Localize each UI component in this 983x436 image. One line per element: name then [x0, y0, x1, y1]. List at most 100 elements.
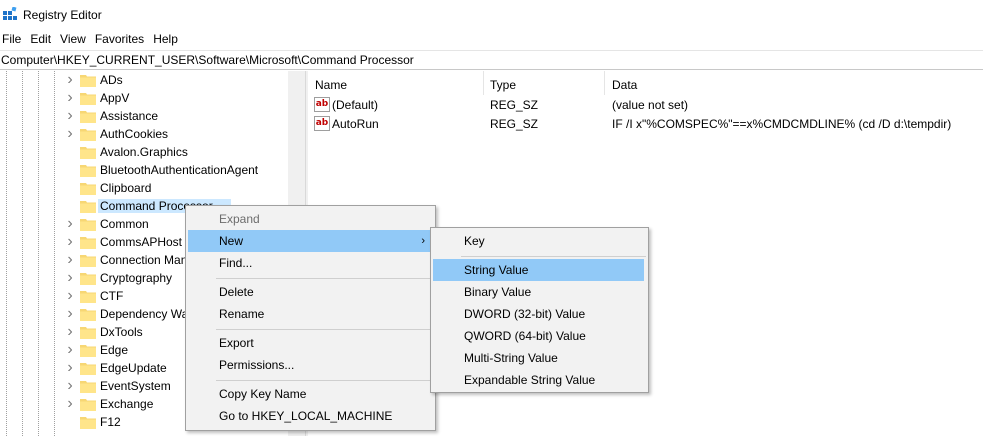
chevron-right-icon[interactable]: › [64, 71, 76, 89]
tree-item[interactable]: › Dependency Wa [64, 305, 188, 323]
value-row[interactable]: ab AutoRun REG_SZ IF /I x"%COMSPEC%"==x%… [308, 115, 983, 133]
tree-item[interactable]: › Cryptography [64, 269, 172, 287]
chevron-right-icon[interactable]: › [64, 341, 76, 359]
column-header-name[interactable]: Name [315, 75, 347, 95]
tree-item-label: Clipboard [100, 181, 152, 195]
tree-item-label: ADs [100, 73, 123, 87]
menu-view[interactable]: View [60, 30, 92, 48]
tree-item-label: F12 [100, 415, 121, 429]
tree-item-label: Exchange [100, 397, 154, 411]
tree-item[interactable]: › Connection Man [64, 251, 187, 269]
tree-item[interactable]: › ADs [64, 71, 123, 89]
submenu-item-expandable-string-value[interactable]: Expandable String Value [433, 369, 646, 391]
folder-icon [80, 326, 96, 339]
folder-icon [80, 254, 96, 267]
menu-edit[interactable]: Edit [30, 30, 57, 48]
menu-favorites[interactable]: Favorites [95, 30, 150, 48]
tree-item[interactable]: BluetoothAuthenticationAgent [64, 161, 258, 179]
menu-item-delete[interactable]: Delete [188, 281, 433, 303]
tree-item-label: CommsAPHost [100, 235, 183, 249]
tree-item[interactable]: › Assistance [64, 107, 158, 125]
menu-separator [216, 380, 433, 381]
column-header-data[interactable]: Data [612, 75, 637, 95]
menu-file[interactable]: File [2, 30, 27, 48]
menu-item-new[interactable]: New › [188, 230, 433, 252]
tree-item[interactable]: › Exchange [64, 395, 153, 413]
value-name: AutoRun [332, 117, 379, 131]
context-menu: Expand New › Find... Delete Rename Expor… [185, 205, 436, 431]
tree-item-label: AuthCookies [100, 127, 169, 141]
tree-item-label: Assistance [100, 109, 159, 123]
chevron-right-icon[interactable]: › [64, 269, 76, 287]
menu-separator [216, 278, 433, 279]
chevron-right-icon[interactable]: › [64, 89, 76, 107]
menu-separator [461, 256, 646, 257]
chevron-right-icon[interactable]: › [64, 251, 76, 269]
tree-connector [64, 143, 76, 161]
new-submenu: Key String Value Binary Value DWORD (32-… [430, 227, 649, 393]
submenu-item-key[interactable]: Key [433, 230, 646, 252]
tree-item[interactable]: F12 [64, 413, 121, 431]
submenu-item-binary-value[interactable]: Binary Value [433, 281, 646, 303]
menu-item-find[interactable]: Find... [188, 252, 433, 274]
submenu-item-dword-value[interactable]: DWORD (32-bit) Value [433, 303, 646, 325]
chevron-right-icon[interactable]: › [64, 359, 76, 377]
menu-help[interactable]: Help [153, 30, 184, 48]
menu-item-copy-key-name[interactable]: Copy Key Name [188, 383, 433, 405]
tree-item[interactable]: › CTF [64, 287, 123, 305]
value-row[interactable]: ab (Default) REG_SZ (value not set) [308, 96, 983, 114]
column-divider[interactable] [604, 71, 605, 95]
value-data: (value not set) [612, 98, 689, 112]
tree-item[interactable]: Avalon.Graphics [64, 143, 188, 161]
tree-connector [64, 161, 76, 179]
column-header-type[interactable]: Type [490, 75, 516, 95]
value-name: (Default) [332, 98, 379, 112]
tree-guide-line [38, 71, 39, 436]
folder-icon [80, 236, 96, 249]
chevron-right-icon[interactable]: › [64, 323, 76, 341]
folder-icon [80, 218, 96, 231]
chevron-right-icon[interactable]: › [64, 215, 76, 233]
folder-icon [80, 92, 96, 105]
chevron-right-icon[interactable]: › [64, 125, 76, 143]
folder-icon [80, 416, 96, 429]
chevron-right-icon[interactable]: › [64, 395, 76, 413]
column-divider[interactable] [483, 71, 484, 95]
tree-item[interactable]: › AuthCookies [64, 125, 168, 143]
value-type: REG_SZ [490, 98, 539, 112]
submenu-item-string-value[interactable]: String Value [433, 259, 644, 281]
menu-item-goto-hklm[interactable]: Go to HKEY_LOCAL_MACHINE [188, 405, 433, 427]
menu-item-rename[interactable]: Rename [188, 303, 433, 325]
tree-item[interactable]: › DxTools [64, 323, 142, 341]
tree-connector [64, 197, 76, 215]
value-type: REG_SZ [490, 117, 539, 131]
address-bar[interactable]: Computer\HKEY_CURRENT_USER\Software\Micr… [0, 50, 983, 70]
chevron-right-icon[interactable]: › [64, 287, 76, 305]
string-value-icon: ab [314, 97, 330, 112]
tree-item-label: CTF [100, 289, 124, 303]
tree-item-label: BluetoothAuthenticationAgent [100, 163, 259, 177]
submenu-item-qword-value[interactable]: QWORD (64-bit) Value [433, 325, 646, 347]
tree-item-label: EventSystem [100, 379, 171, 393]
chevron-right-icon[interactable]: › [64, 377, 76, 395]
tree-item[interactable]: › EdgeUpdate [64, 359, 166, 377]
tree-item[interactable]: › Common [64, 215, 148, 233]
tree-guide-line [6, 71, 7, 436]
tree-item[interactable]: Clipboard [64, 179, 151, 197]
value-data: IF /I x"%COMSPEC%"==x%CMDCMDLINE% (cd /D… [612, 117, 952, 131]
menu-item-expand[interactable]: Expand [188, 208, 433, 230]
folder-icon [80, 380, 96, 393]
chevron-right-icon[interactable]: › [64, 233, 76, 251]
chevron-right-icon[interactable]: › [64, 107, 76, 125]
tree-item[interactable]: › AppV [64, 89, 129, 107]
chevron-right-icon[interactable]: › [64, 305, 76, 323]
menu-item-permissions[interactable]: Permissions... [188, 354, 433, 376]
submenu-item-multi-string-value[interactable]: Multi-String Value [433, 347, 646, 369]
folder-icon [80, 344, 96, 357]
menu-item-export[interactable]: Export [188, 332, 433, 354]
tree-item[interactable]: › EventSystem [64, 377, 171, 395]
tree-item[interactable]: › Edge [64, 341, 128, 359]
chevron-right-icon: › [421, 235, 425, 247]
folder-icon [80, 200, 96, 213]
tree-item[interactable]: › CommsAPHost [64, 233, 182, 251]
